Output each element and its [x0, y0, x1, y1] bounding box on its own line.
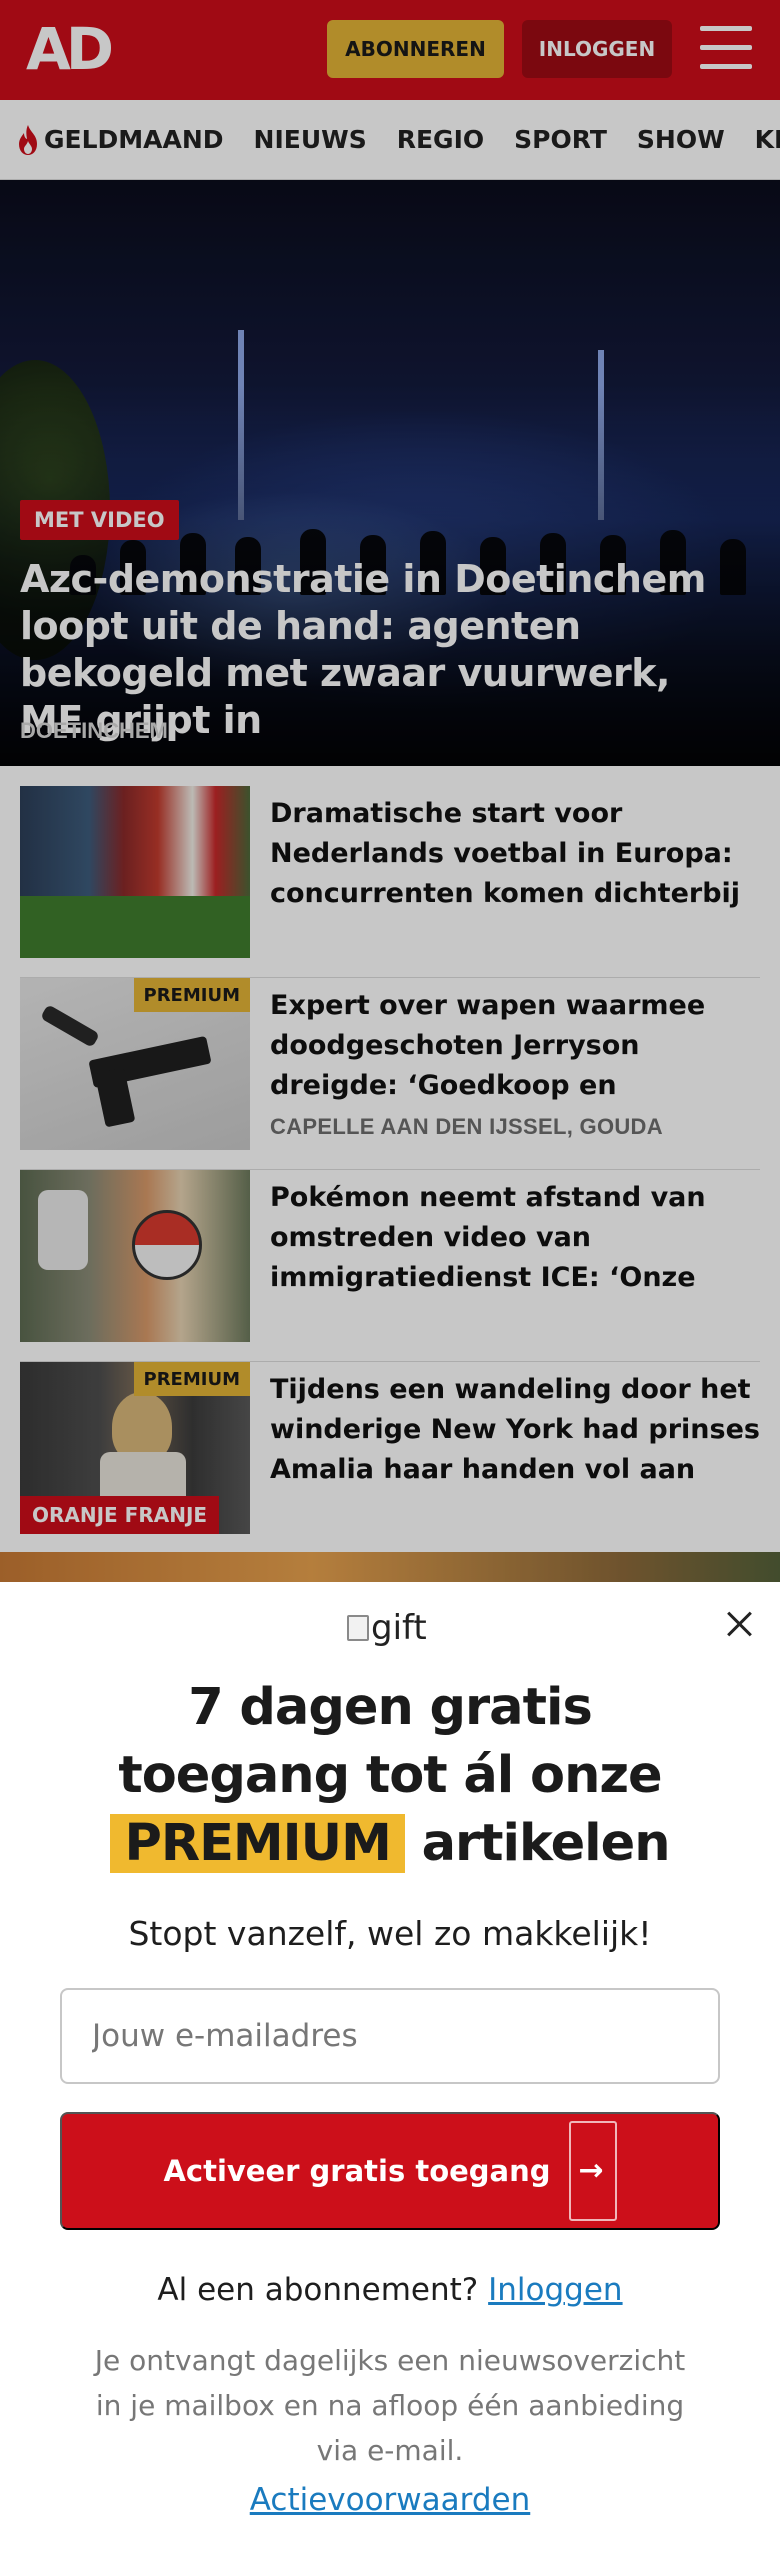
article-thumbnail: PREMIUM [20, 978, 250, 1150]
list-item[interactable]: PREMIUM ORANJE FRANJE Tijdens een wandel… [20, 1362, 760, 1554]
nav-item-regio[interactable]: REGIO [397, 125, 484, 154]
article-title: Dramatische start voor Nederlands voetba… [270, 798, 741, 909]
close-icon[interactable] [722, 1606, 758, 1642]
article-thumbnail: PREMIUM ORANJE FRANJE [20, 1362, 250, 1534]
top-bar: AD ABONNEREN INLOGGEN [0, 0, 780, 100]
already-subscribed-line: Al een abonnement? Inloggen [157, 2272, 623, 2308]
modal-title: 7 dagen gratis toegang tot ál onze PREMI… [0, 1674, 780, 1878]
arrow-right-icon [568, 2121, 617, 2221]
subscription-modal: gift 7 dagen gratis toegang tot ál onze … [0, 1582, 780, 2560]
cta-label: Activeer gratis toegang [163, 2154, 551, 2188]
main-nav: GELDMAAND NIEUWS REGIO SPORT SHOW KIJK [0, 100, 780, 180]
fineprint: Je ontvangt dagelijks een nieuwsoverzich… [94, 2344, 686, 2467]
activate-free-access-button[interactable]: Activeer gratis toegang [60, 2112, 720, 2230]
article-title: Pokémon neemt afstand van omstreden vide… [270, 1182, 706, 1293]
flame-icon [19, 124, 37, 155]
login-button[interactable]: INLOGGEN [522, 20, 672, 78]
list-item[interactable]: Pokémon neemt afstand van omstreden vide… [20, 1170, 760, 1362]
video-badge: MET VIDEO [20, 500, 179, 540]
premium-badge: PREMIUM [133, 978, 250, 1012]
hero-location: DOETINCHEM [20, 718, 168, 743]
article-title: Expert over wapen waarmee doodgeschoten … [270, 990, 706, 1101]
modal-subtitle: Stopt vanzelf, wel zo makkelijk! [128, 1914, 652, 1953]
email-field[interactable] [60, 1988, 720, 2084]
gift-icon: gift [347, 1608, 427, 1648]
article-location: CAPELLE AAN DEN IJSSEL, GOUDA [270, 1114, 663, 1139]
login-link[interactable]: Inloggen [488, 2272, 622, 2308]
premium-highlight: PREMIUM [110, 1814, 405, 1873]
nav-item-geldmaand[interactable]: GELDMAAND [16, 124, 224, 156]
article-title: Tijdens een wandeling door het winderige… [270, 1374, 760, 1485]
nav-item-nieuws[interactable]: NIEUWS [254, 125, 367, 154]
ad-logo[interactable]: AD [26, 15, 114, 83]
nav-item-kijk[interactable]: KIJK [755, 125, 780, 154]
hero-article[interactable]: MET VIDEO Azc-demonstratie in Doetinchem… [0, 180, 780, 766]
list-item[interactable]: PREMIUM Expert over wapen waarmee doodge… [20, 978, 760, 1170]
premium-badge: PREMIUM [133, 1362, 250, 1396]
nav-item-sport[interactable]: SPORT [514, 125, 607, 154]
next-article-image-strip [0, 1552, 780, 1582]
nav-label: GELDMAAND [44, 125, 224, 154]
hamburger-icon[interactable] [700, 24, 752, 72]
category-badge: ORANJE FRANJE [20, 1496, 220, 1534]
nav-item-show[interactable]: SHOW [637, 125, 725, 154]
hero-title: Azc-demonstratie in Doetinchem loopt uit… [20, 557, 706, 742]
article-thumbnail [20, 1170, 250, 1342]
list-item[interactable]: Dramatische start voor Nederlands voetba… [20, 786, 760, 978]
terms-link[interactable]: Actievoorwaarden [0, 2482, 780, 2518]
article-thumbnail [20, 786, 250, 958]
subscribe-button[interactable]: ABONNEREN [327, 20, 504, 78]
